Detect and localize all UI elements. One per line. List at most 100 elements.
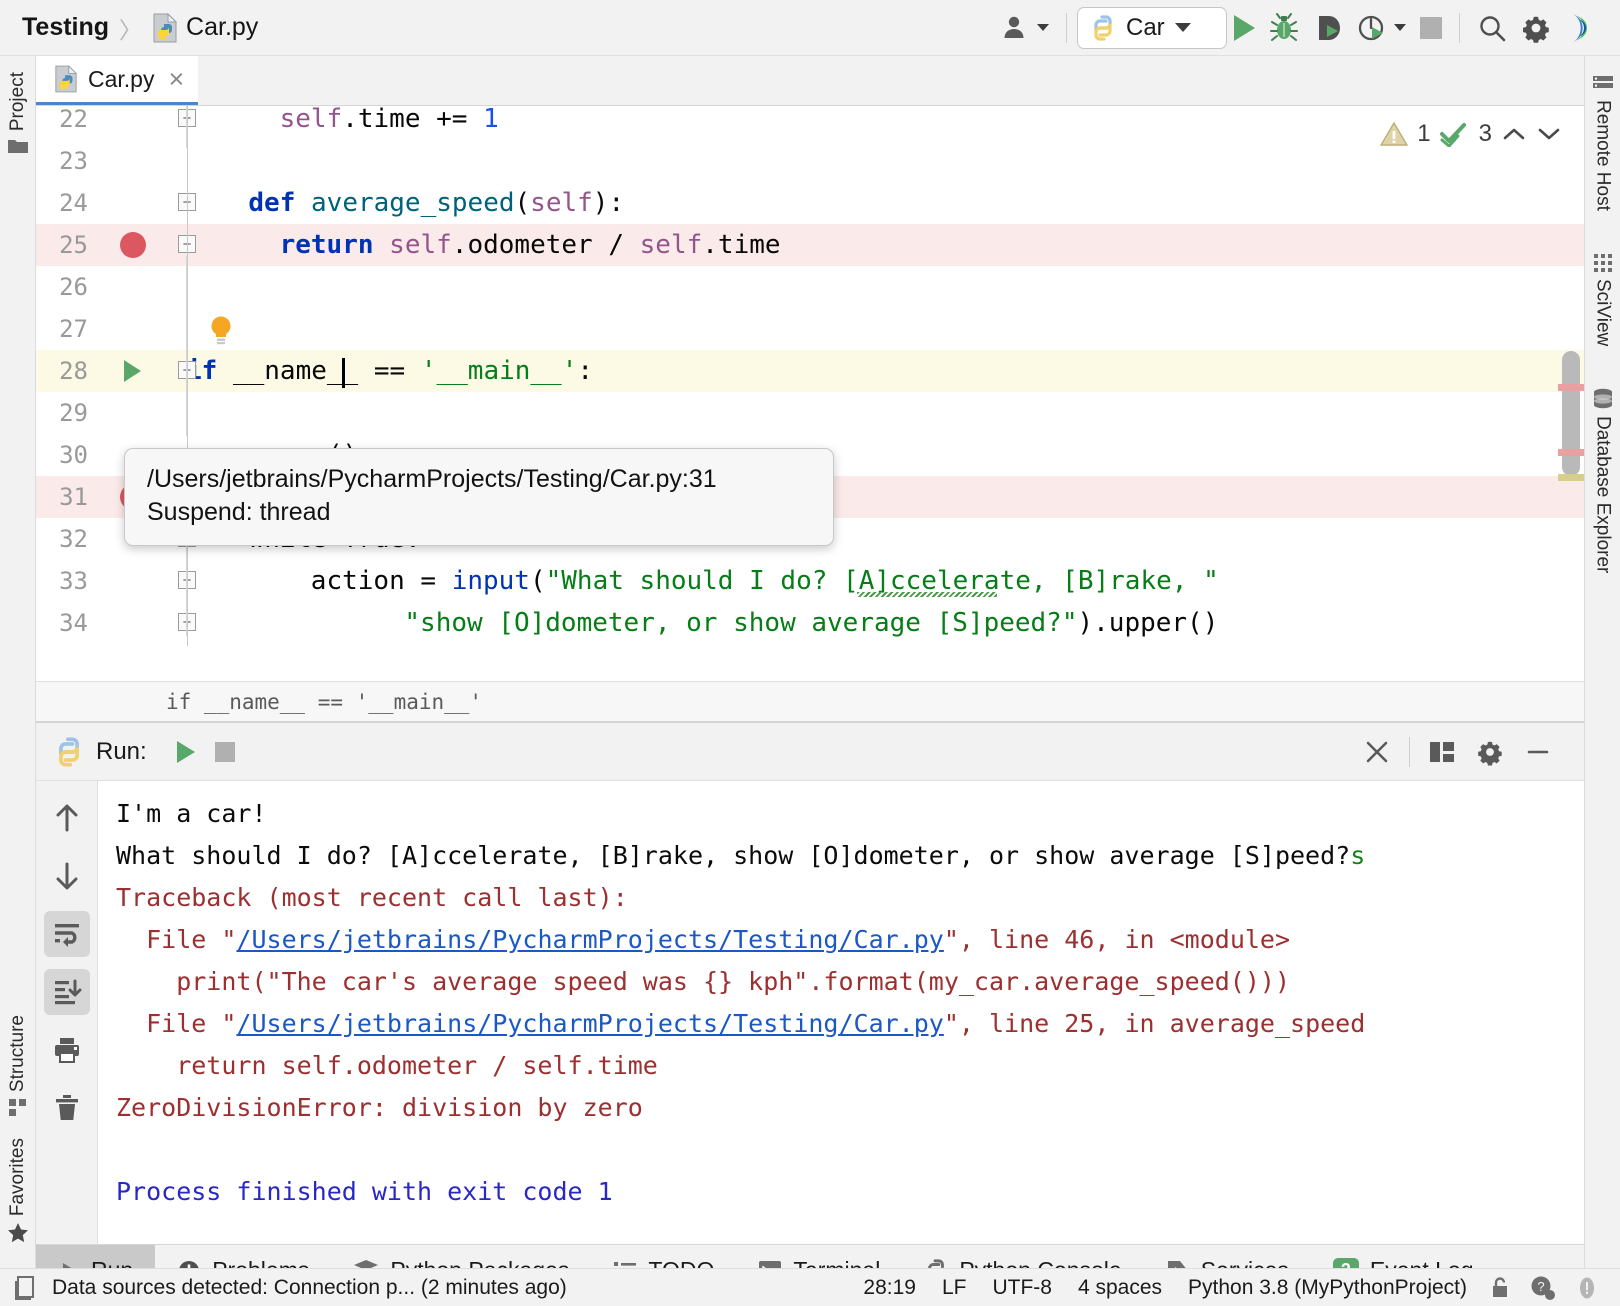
code-token: def (248, 188, 311, 218)
code-text[interactable]: return self.odometer / self.time (186, 224, 1584, 266)
settings-button[interactable] (1514, 8, 1558, 48)
previous-occurrence-button[interactable] (44, 795, 90, 841)
code-editor[interactable]: 1 3 (36, 106, 1584, 681)
run-gutter-icon[interactable] (124, 360, 141, 382)
profile-button[interactable] (1350, 8, 1413, 48)
code-line[interactable]: 34"show [O]dometer, or show average [S]p… (36, 602, 1584, 644)
code-line[interactable]: 33action = input("What should I do? [A]c… (36, 560, 1584, 602)
run-console-output[interactable]: I'm a car!What should I do? [A]ccelerate… (98, 781, 1584, 1244)
console-line: What should I do? [A]ccelerate, [B]rake,… (116, 835, 1584, 877)
close-run-button[interactable] (1353, 738, 1401, 766)
print-button[interactable] (44, 1027, 90, 1073)
code-line[interactable]: 29 (36, 392, 1584, 434)
code-text[interactable]: def average_speed(self): (186, 182, 1584, 224)
code-line[interactable]: 24def average_speed(self):− (36, 182, 1584, 224)
line-separator[interactable]: LF (929, 1276, 980, 1300)
gear-icon (1521, 13, 1551, 43)
sidebar-item-project-label: Project (7, 72, 29, 131)
code-line[interactable]: 23 (36, 140, 1584, 182)
breakpoint-tooltip-path: /Users/jetbrains/PycharmProjects/Testing… (147, 463, 815, 496)
console-line[interactable]: File "/Users/jetbrains/PycharmProjects/T… (116, 919, 1584, 961)
code-token: average_speed (311, 188, 515, 218)
run-button[interactable] (1227, 8, 1262, 48)
python-file-icon (54, 65, 78, 93)
main-toolbar: Testing 〉 Car.py (0, 0, 1620, 56)
sidebar-item-database-explorer[interactable]: Database Explorer (1592, 356, 1614, 583)
sidebar-item-project[interactable]: Project (7, 56, 29, 165)
editor-breadcrumb[interactable]: if __name__ == '__main__' (36, 681, 1584, 721)
sidebar-item-database-explorer-label: Database Explorer (1592, 416, 1614, 573)
inspection-level-icon[interactable]: ? (1520, 1275, 1566, 1301)
code-token: 1 (483, 106, 499, 134)
stop-icon (1420, 17, 1442, 39)
code-line[interactable]: 28if __name__ == '__main__':− (36, 350, 1584, 392)
chevron-up-icon[interactable] (1501, 124, 1527, 144)
debug-button[interactable] (1262, 8, 1306, 48)
code-text[interactable]: if __name__ == '__main__': (186, 350, 1584, 392)
console-line (116, 1129, 1584, 1171)
double-check-icon (1440, 121, 1470, 147)
console-user-input: s (1350, 841, 1365, 870)
breakpoint-tooltip: /Users/jetbrains/PycharmProjects/Testing… (124, 448, 834, 546)
arrow-down-icon (52, 860, 82, 892)
line-number: 30 (36, 434, 98, 476)
scroll-to-end-button[interactable] (44, 969, 90, 1015)
sidebar-item-sciview[interactable]: SciView (1592, 221, 1614, 356)
editor-tab-car-py[interactable]: Car.py × (36, 56, 198, 105)
sidebar-item-remote-host[interactable]: Remote Host (1592, 56, 1614, 221)
run-settings-button[interactable] (1466, 738, 1514, 766)
code-line[interactable]: 22self.time += 1− (36, 106, 1584, 140)
soft-wrap-button[interactable] (44, 911, 90, 957)
sidebar-item-structure[interactable]: Structure (7, 1005, 29, 1128)
code-line[interactable]: 26 (36, 266, 1584, 308)
sidebar-item-favorites-label: Favorites (7, 1138, 29, 1216)
notification-icon[interactable] (14, 1275, 38, 1301)
pycharm-window: Testing 〉 Car.py (0, 0, 1620, 1306)
breakpoint-marker[interactable] (120, 232, 146, 258)
user-account-icon[interactable] (995, 8, 1056, 48)
lock-icon[interactable] (1480, 1276, 1520, 1300)
editor-scrollbar[interactable] (1562, 106, 1580, 681)
breadcrumb-project[interactable]: Testing (22, 13, 109, 42)
console-file-link[interactable]: /Users/jetbrains/PycharmProjects/Testing… (236, 925, 943, 954)
console-file-link[interactable]: /Users/jetbrains/PycharmProjects/Testing… (236, 1009, 943, 1038)
run-with-coverage-button[interactable] (1306, 8, 1350, 48)
sidebar-item-favorites[interactable]: Favorites (7, 1128, 29, 1254)
intention-bulb-icon[interactable] (208, 315, 230, 337)
stop-button[interactable] (1413, 8, 1449, 48)
console-text: File " (116, 925, 236, 954)
chevron-down-icon[interactable] (1536, 124, 1562, 144)
code-token: .time (702, 230, 780, 260)
indent-setting[interactable]: 4 spaces (1065, 1276, 1175, 1300)
status-message[interactable]: Data sources detected: Connection p... (… (52, 1276, 567, 1300)
rerun-button[interactable] (167, 741, 205, 763)
code-lines[interactable]: 22self.time += 1−2324def average_speed(s… (36, 106, 1584, 681)
layout-settings-button[interactable] (1418, 739, 1466, 765)
jetbrains-ai-icon[interactable] (1558, 8, 1604, 48)
file-encoding[interactable]: UTF-8 (979, 1276, 1065, 1300)
close-icon[interactable]: × (164, 66, 184, 93)
caret-position[interactable]: 28:19 (850, 1276, 929, 1300)
code-token: ( (530, 566, 546, 596)
console-line[interactable]: File "/Users/jetbrains/PycharmProjects/T… (116, 1003, 1584, 1045)
line-number: 24 (36, 182, 98, 224)
ide-status-icon[interactable] (1566, 1275, 1606, 1301)
console-text: ", line 46, in <module> (944, 925, 1290, 954)
code-text[interactable]: "show [O]dometer, or show average [S]pee… (186, 602, 1584, 644)
code-line[interactable]: 25return self.odometer / self.time− (36, 224, 1584, 266)
stop-process-button[interactable] (205, 742, 245, 762)
breadcrumb-file[interactable]: Car.py (186, 13, 258, 42)
next-occurrence-button[interactable] (44, 853, 90, 899)
clear-all-button[interactable] (44, 1085, 90, 1131)
run-configuration-selector[interactable]: Car (1077, 7, 1227, 49)
code-text[interactable]: self.time += 1 (186, 106, 1584, 140)
search-everywhere-button[interactable] (1470, 8, 1514, 48)
hide-run-button[interactable] (1514, 738, 1562, 766)
code-token: self (389, 230, 452, 260)
code-line[interactable]: 27 (36, 308, 1584, 350)
python-interpreter[interactable]: Python 3.8 (MyPythonProject) (1175, 1276, 1480, 1300)
editor-scrollbar-thumb[interactable] (1562, 351, 1580, 476)
text-caret (342, 358, 345, 388)
editor-tab-strip: Car.py × (36, 56, 1584, 106)
inspection-widget[interactable]: 1 3 (1380, 120, 1562, 148)
